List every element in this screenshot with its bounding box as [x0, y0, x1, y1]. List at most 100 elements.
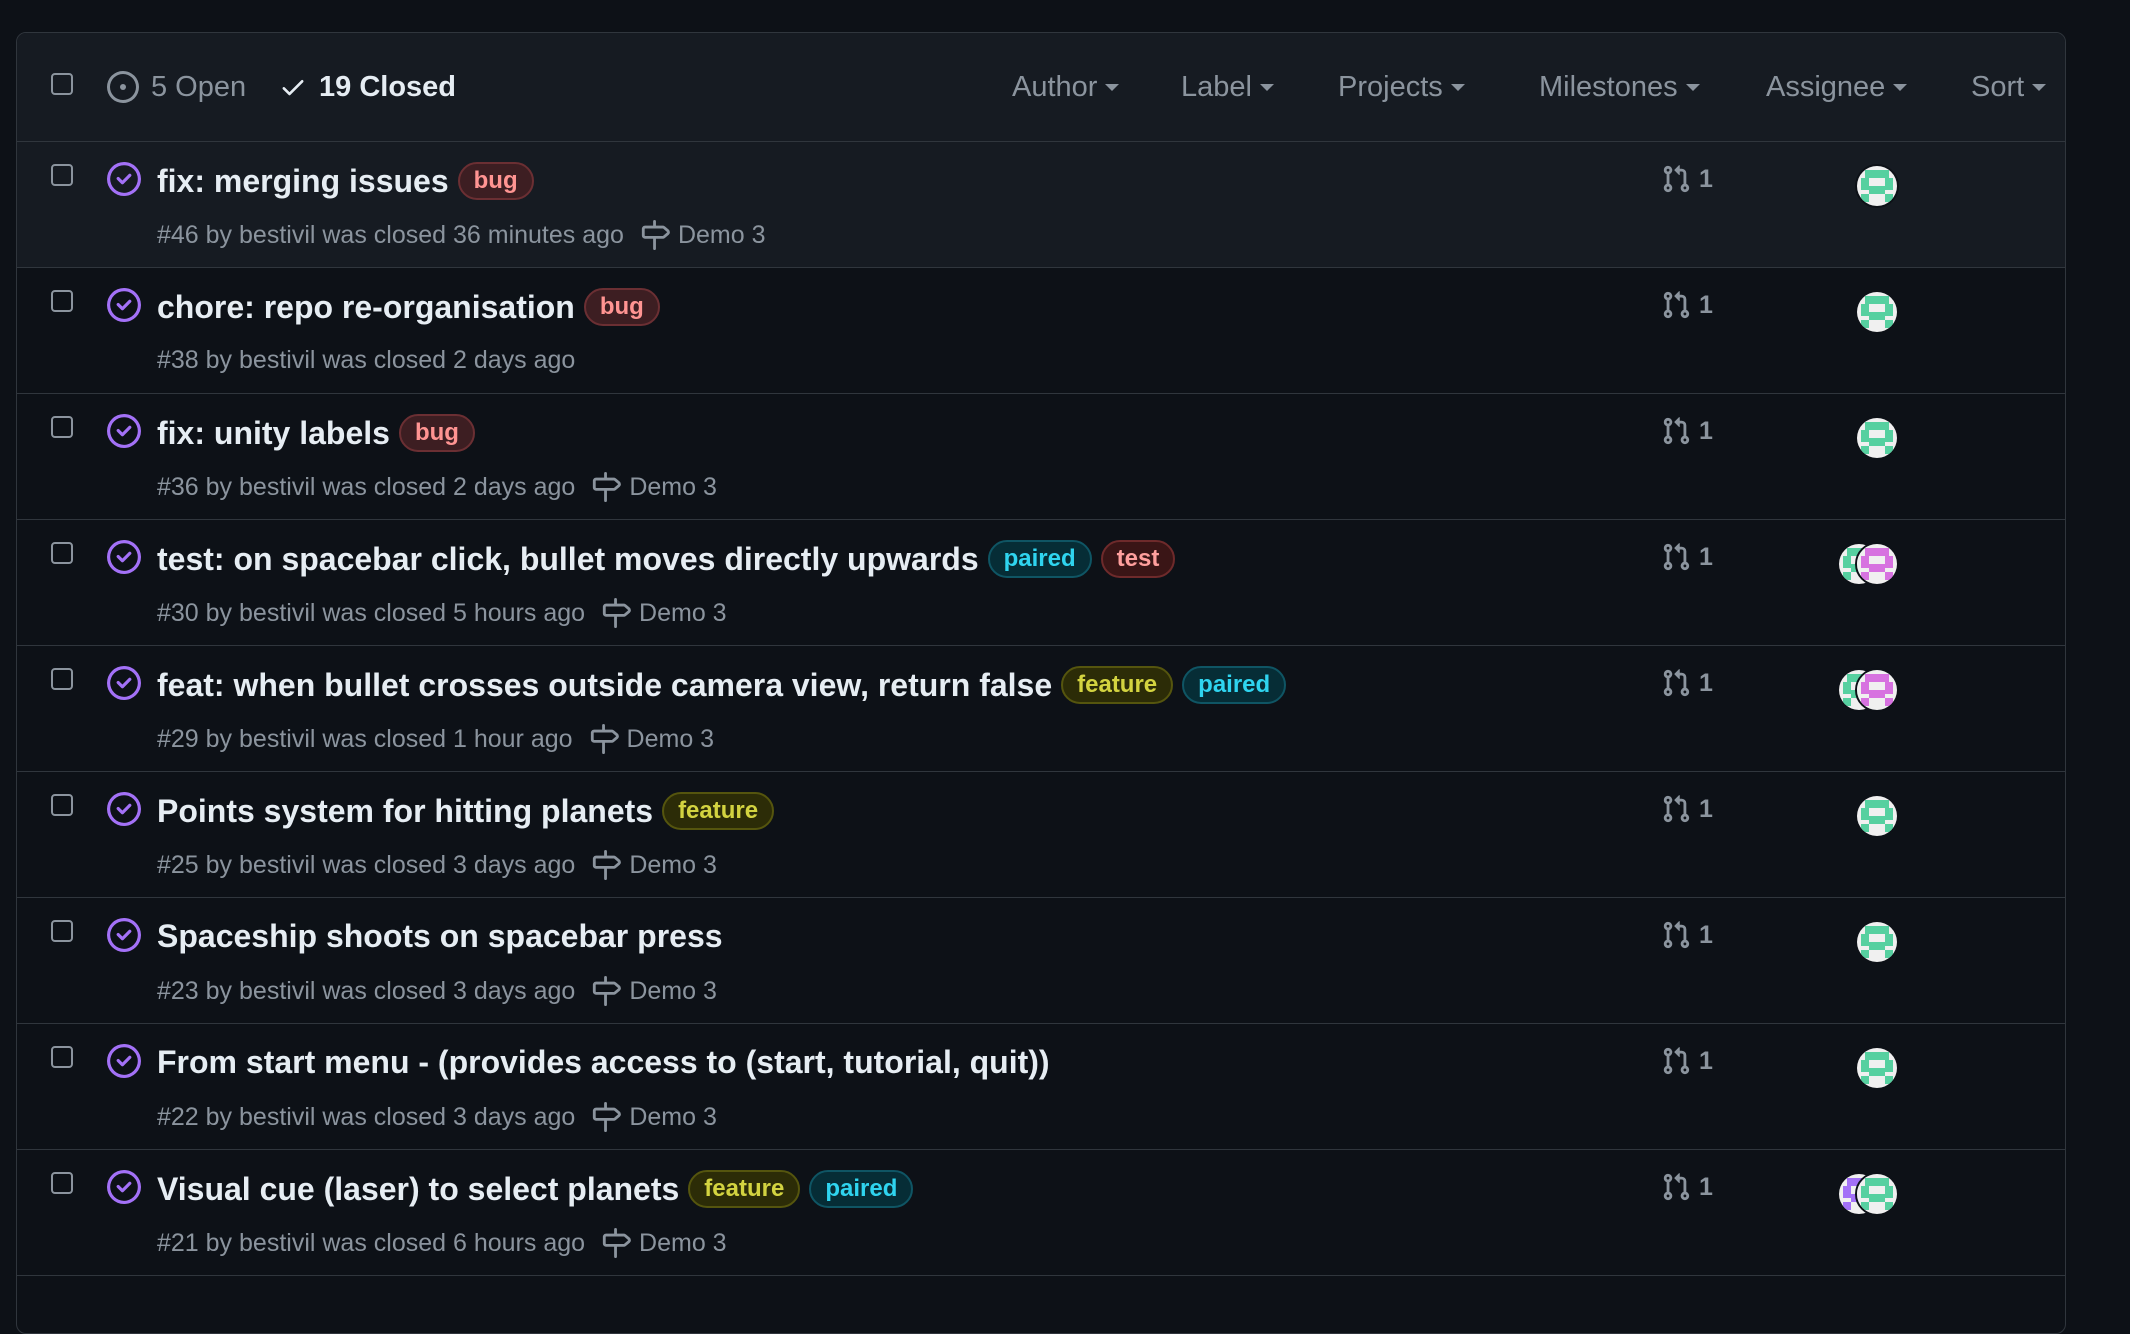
issue-title-line: Points system for hitting planets feature	[157, 792, 775, 830]
issue-checkbox[interactable]	[51, 1046, 73, 1068]
assignee-avatar[interactable]	[1855, 794, 1899, 838]
milestone-icon	[601, 598, 639, 628]
milestone-link[interactable]: Demo 3	[591, 850, 717, 880]
milestone-link[interactable]: Demo 3	[640, 220, 765, 250]
issue-title-link[interactable]: fix: unity labels	[157, 415, 390, 452]
issue-row[interactable]: fix: merging issues bug #46 by bestivil wa…	[17, 142, 2065, 268]
issue-title-line: feat: when bullet crosses outside camera…	[157, 666, 1287, 704]
author-filter-label: Author	[1012, 70, 1098, 103]
issue-row[interactable]: Spaceship shoots on spacebar press #23 by…	[17, 898, 2065, 1024]
milestones-filter[interactable]: Milestones	[1539, 69, 1700, 105]
assignee-avatar[interactable]	[1855, 920, 1899, 964]
linked-pr-link[interactable]: 1	[1661, 1046, 1713, 1076]
issue-row[interactable]: Visual cue (laser) to select planets feat…	[17, 1150, 2065, 1276]
issue-meta-text: #23 by bestivil was closed 3 days ago	[157, 976, 576, 1005]
issue-checkbox[interactable]	[51, 668, 73, 690]
issue-label-feature[interactable]: feature	[662, 792, 775, 830]
linked-pr-link[interactable]: 1	[1661, 542, 1713, 572]
assignee-avatar[interactable]	[1855, 416, 1899, 460]
pull-request-icon	[1661, 290, 1699, 320]
pull-request-icon	[1661, 668, 1699, 698]
issue-row[interactable]: chore: repo re-organisation bug #38 by bes…	[17, 268, 2065, 394]
issue-label-paired[interactable]: paired	[1182, 666, 1287, 704]
assignee-avatar[interactable]	[1855, 164, 1899, 208]
issue-checkbox[interactable]	[51, 416, 73, 438]
assignee-avatar[interactable]	[1855, 290, 1899, 334]
caret-down-icon	[1259, 83, 1274, 91]
milestone-link[interactable]: Demo 3	[601, 598, 727, 628]
linked-pr-link[interactable]: 1	[1661, 794, 1713, 824]
assignee-avatar[interactable]	[1855, 542, 1899, 586]
issue-title-link[interactable]: Points system for hitting planets	[157, 793, 653, 830]
projects-filter-label: Projects	[1338, 70, 1443, 103]
issue-checkbox[interactable]	[51, 794, 73, 816]
linked-pr-link[interactable]: 1	[1661, 1172, 1713, 1202]
issue-row[interactable]: From start menu - (provides access to (s…	[17, 1024, 2065, 1150]
caret-down-icon	[1685, 83, 1700, 91]
issue-title-link[interactable]: From start menu - (provides access to (s…	[157, 1044, 1050, 1081]
issue-label-bug[interactable]: bug	[457, 162, 534, 200]
issue-checkbox[interactable]	[51, 920, 73, 942]
milestone-icon	[601, 1228, 639, 1258]
issue-title-link[interactable]: chore: repo re-organisation	[157, 289, 575, 326]
issue-label-paired[interactable]: paired	[809, 1170, 914, 1208]
issue-title-link[interactable]: feat: when bullet crosses outside camera…	[157, 667, 1052, 704]
issue-label-feature[interactable]: feature	[688, 1170, 801, 1208]
issue-label-feature[interactable]: feature	[1061, 666, 1174, 704]
linked-pr-link[interactable]: 1	[1661, 290, 1713, 320]
milestone-link[interactable]: Demo 3	[589, 724, 714, 754]
issue-meta-text: #38 by bestivil was closed 2 days ago	[157, 346, 576, 374]
issue-meta-text: #25 by bestivil was closed 3 days ago	[157, 850, 576, 879]
assignee-avatar[interactable]	[1855, 1172, 1899, 1216]
pull-request-icon	[1661, 164, 1699, 194]
label-filter[interactable]: Label	[1181, 69, 1274, 105]
milestone-link[interactable]: Demo 3	[591, 1102, 717, 1132]
caret-down-icon	[2032, 83, 2047, 91]
pull-request-icon	[1661, 1172, 1699, 1202]
issue-closed-icon	[107, 414, 141, 453]
assignee-filter[interactable]: Assignee	[1766, 69, 1908, 105]
milestone-link[interactable]: Demo 3	[591, 472, 717, 502]
issue-title-link[interactable]: test: on spacebar click, bullet moves di…	[157, 541, 979, 578]
issue-row[interactable]: fix: unity labels bug #36 by bestivil was …	[17, 394, 2065, 520]
issue-meta-text: #36 by bestivil was closed 2 days ago	[157, 472, 576, 501]
label-filter-label: Label	[1181, 70, 1252, 103]
linked-pr-link[interactable]: 1	[1661, 668, 1713, 698]
issue-label-paired[interactable]: paired	[987, 540, 1092, 578]
milestone-link[interactable]: Demo 3	[591, 976, 717, 1006]
issue-row[interactable]: Points system for hitting planets feature…	[17, 772, 2065, 898]
projects-filter[interactable]: Projects	[1338, 69, 1465, 105]
issue-checkbox[interactable]	[51, 1172, 73, 1194]
assignee-avatar[interactable]	[1855, 1046, 1899, 1090]
linked-pr-link[interactable]: 1	[1661, 416, 1713, 446]
issue-checkbox[interactable]	[51, 542, 73, 564]
caret-down-icon	[1893, 83, 1908, 91]
issue-row[interactable]: test: on spacebar click, bullet moves di…	[17, 520, 2065, 646]
issue-title-line: fix: unity labels bug	[157, 414, 475, 452]
issue-checkbox[interactable]	[51, 290, 73, 312]
issue-title-link[interactable]: fix: merging issues	[157, 163, 449, 200]
issue-title-link[interactable]: Visual cue (laser) to select planets	[157, 1171, 679, 1208]
sort-filter[interactable]: Sort	[1971, 69, 2047, 105]
linked-pr-count: 1	[1699, 542, 1713, 571]
issue-title-link[interactable]: Spaceship shoots on spacebar press	[157, 918, 723, 955]
linked-pr-link[interactable]: 1	[1661, 164, 1713, 194]
issue-closed-icon	[107, 918, 141, 957]
linked-pr-count: 1	[1699, 794, 1713, 823]
assignee-avatar[interactable]	[1855, 668, 1899, 712]
milestone-name: Demo 3	[629, 472, 717, 501]
issue-label-test[interactable]: test	[1100, 540, 1176, 578]
author-filter[interactable]: Author	[1012, 69, 1120, 105]
issue-closed-icon	[107, 1044, 141, 1083]
issue-title-line: From start menu - (provides access to (s…	[157, 1044, 1050, 1081]
milestone-link[interactable]: Demo 3	[601, 1228, 727, 1258]
pull-request-icon	[1661, 416, 1699, 446]
issue-label-bug[interactable]: bug	[583, 288, 660, 326]
issue-title-line: test: on spacebar click, bullet moves di…	[157, 540, 1176, 578]
milestone-icon	[589, 724, 627, 754]
issue-row[interactable]: feat: when bullet crosses outside camera…	[17, 646, 2065, 772]
issue-label-bug[interactable]: bug	[398, 414, 475, 452]
filter-bar: Author Label Projects Milestones Assigne…	[17, 69, 2065, 105]
issue-checkbox[interactable]	[51, 164, 73, 186]
linked-pr-link[interactable]: 1	[1661, 920, 1713, 950]
